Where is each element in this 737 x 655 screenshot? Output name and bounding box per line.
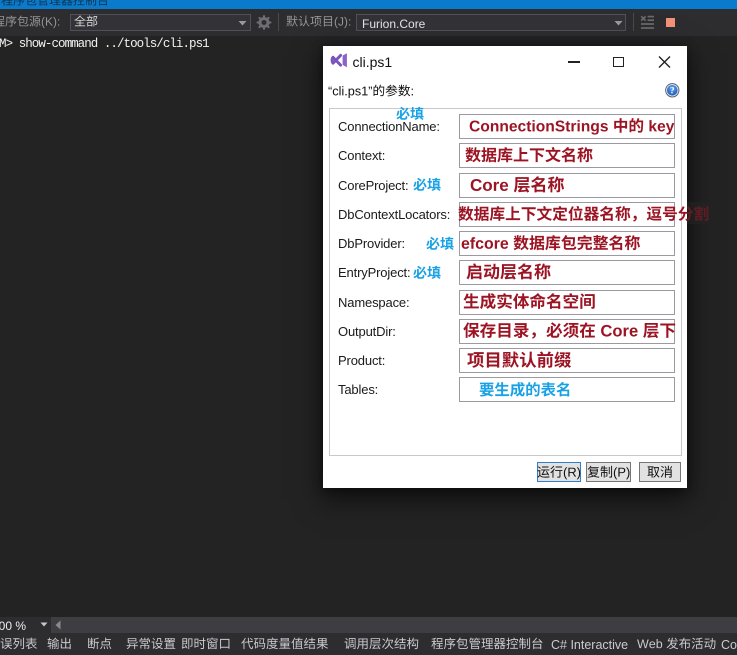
svg-text:?: ? (670, 86, 675, 97)
